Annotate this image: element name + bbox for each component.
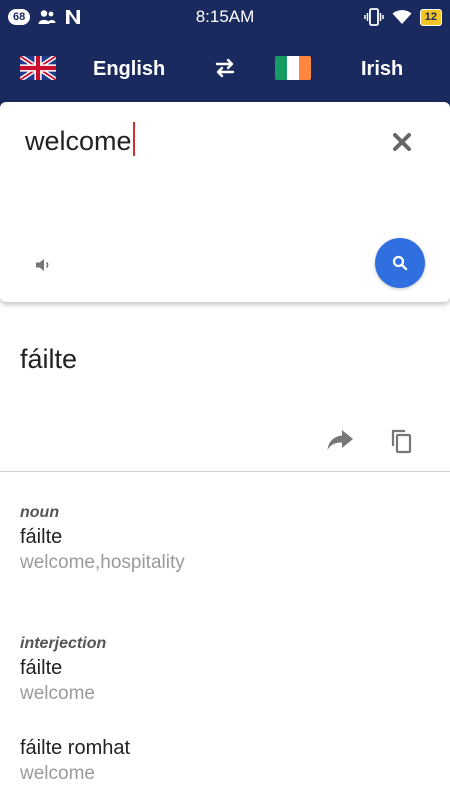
entry-gloss: welcome [20, 683, 95, 704]
source-text-input[interactable]: welcome [25, 122, 135, 157]
clear-icon[interactable] [390, 130, 414, 154]
swap-languages-icon[interactable] [211, 54, 239, 82]
share-icon[interactable] [326, 428, 354, 452]
translate-search-button[interactable] [375, 238, 425, 288]
wifi-icon [392, 10, 412, 24]
entry-word[interactable]: fáilte romhat [20, 737, 130, 760]
input-card: welcome [0, 102, 450, 302]
part-of-speech: noun [20, 504, 60, 521]
dictionary-entry: noun fáilte welcome,hospitality [20, 504, 185, 574]
entry-word[interactable]: fáilte [20, 526, 185, 549]
status-right: 12 [364, 6, 442, 28]
section-divider [0, 471, 450, 472]
dictionary-entry: fáilte romhat welcome [20, 733, 130, 785]
entry-word[interactable]: fáilte [20, 657, 106, 680]
text-caret [132, 122, 135, 156]
dictionary-entry: interjection fáilte welcome [20, 635, 106, 705]
source-text-value: welcome [25, 126, 132, 156]
ireland-flag-icon[interactable] [275, 56, 311, 80]
target-language-button[interactable]: Irish [361, 58, 403, 81]
source-language-button[interactable]: English [93, 58, 165, 81]
uk-flag-icon[interactable] [20, 56, 56, 80]
copy-icon[interactable] [389, 428, 413, 454]
speaker-icon[interactable] [34, 256, 52, 274]
status-bar: 68 8:15AM 12 [0, 0, 450, 34]
entry-gloss: welcome [20, 763, 95, 784]
translation-result[interactable]: fáilte [20, 344, 77, 375]
search-icon [392, 255, 408, 271]
entry-gloss: welcome,hospitality [20, 552, 185, 573]
part-of-speech: interjection [20, 635, 107, 652]
vibrate-icon [364, 8, 384, 26]
battery-indicator: 12 [419, 8, 442, 26]
